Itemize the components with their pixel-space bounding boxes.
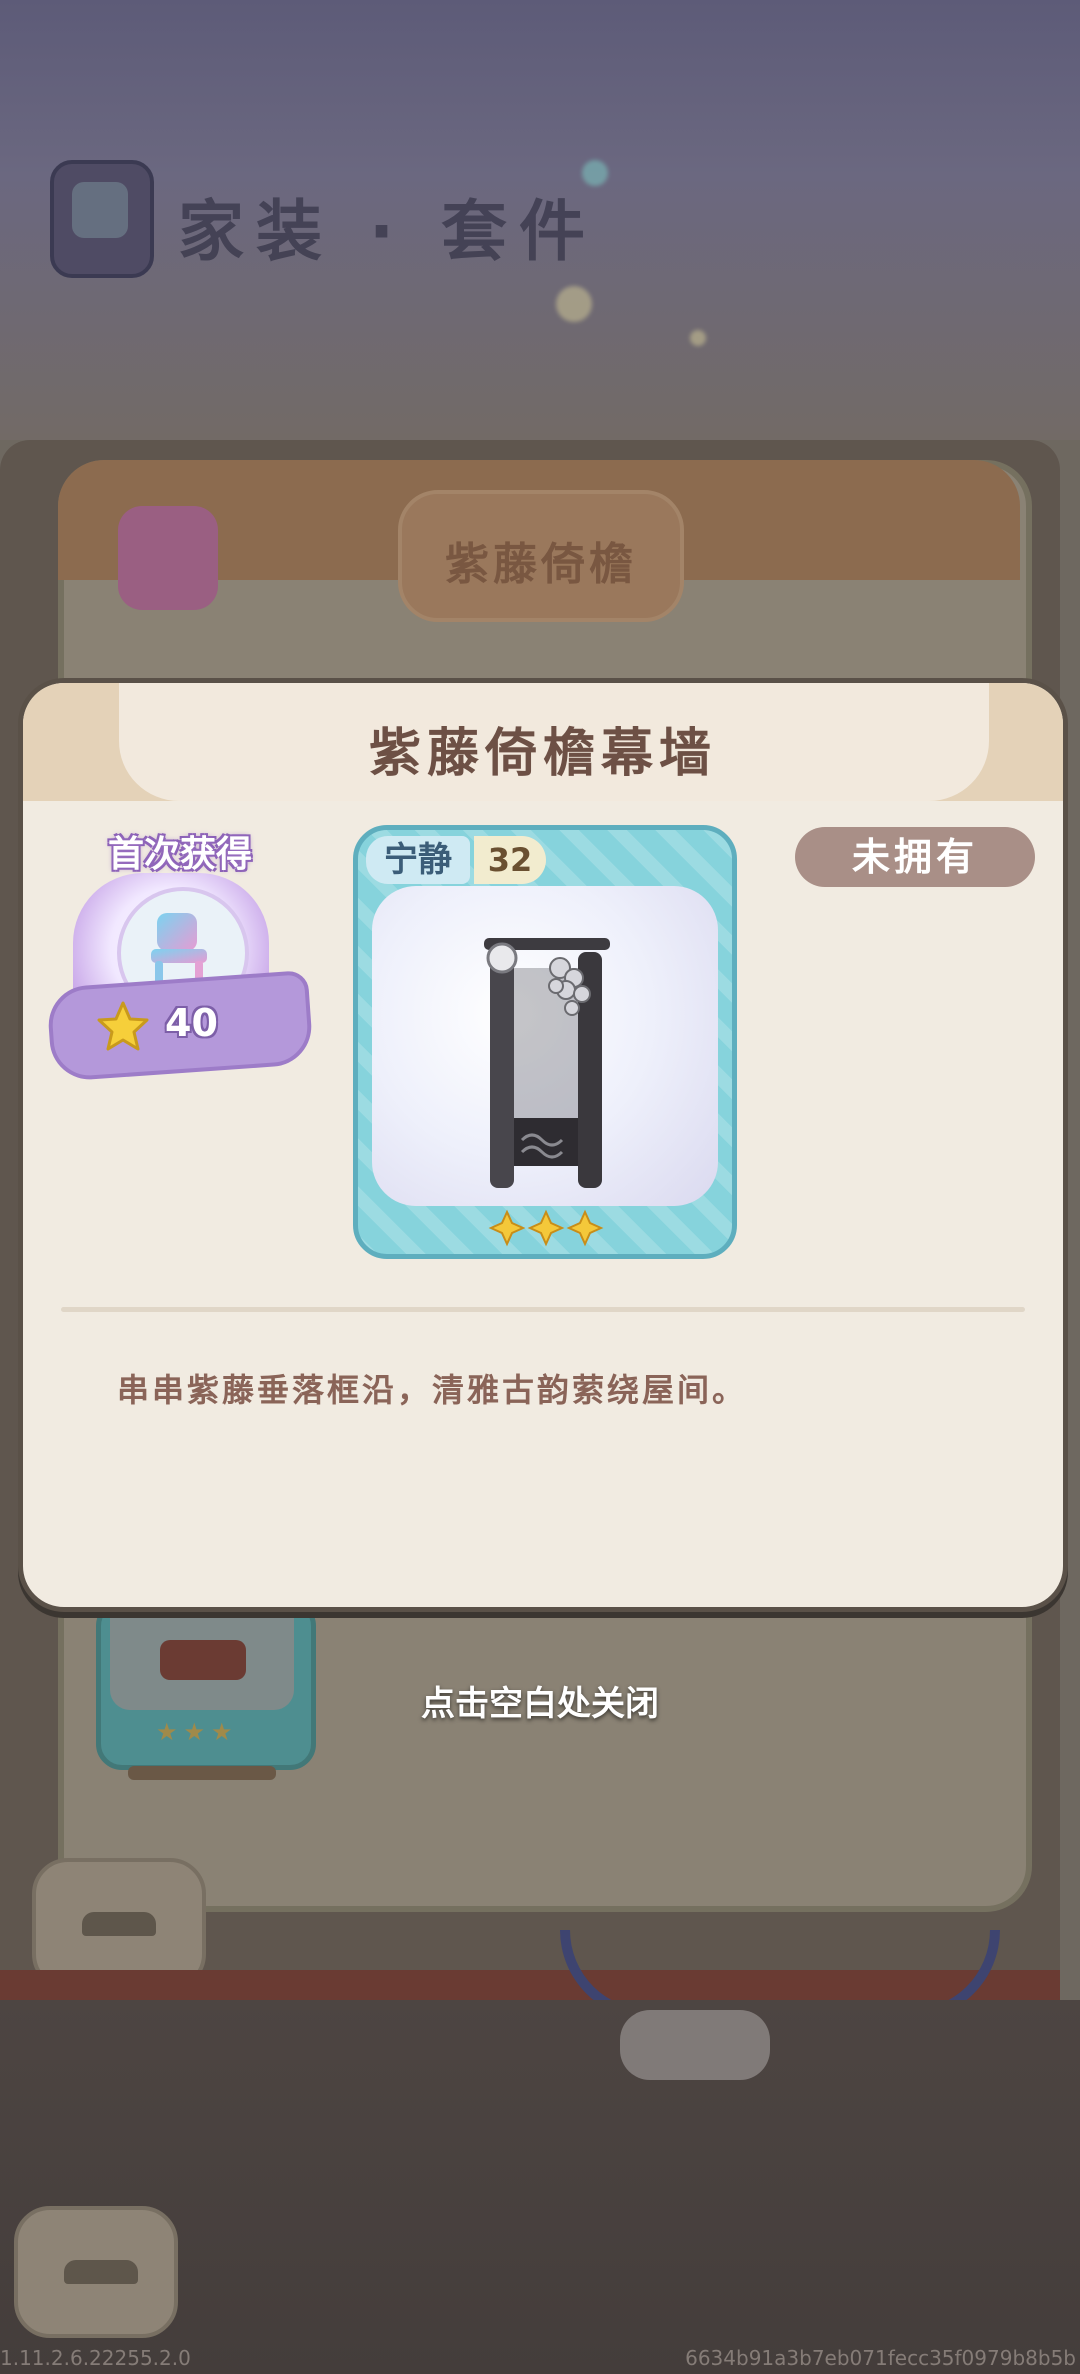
modal-title: 紫藤倚檐幕墙	[368, 724, 717, 784]
sofa-icon	[160, 1640, 246, 1680]
gift-icon[interactable]	[118, 506, 218, 610]
close-hint-text: 点击空白处关闭	[421, 1684, 659, 1724]
suite-header-icon	[50, 160, 154, 278]
item-detail-modal: 紫藤倚檐幕墙 40 首次获得 宁静 32 未拥有 串串紫藤垂落框沿，清雅古韵萦绕…	[18, 678, 1068, 1612]
catalog-suite-tab-label: 紫藤倚檐	[445, 539, 637, 590]
suite-header-title: 家装 · 套件	[178, 193, 598, 270]
bone-icon	[620, 2010, 770, 2080]
catalog-item-label	[128, 1766, 276, 1780]
wisteria-curtain-wall-icon	[484, 938, 610, 1188]
reward-value: 40	[165, 1001, 218, 1045]
item-description: 串串紫藤垂落框沿，清雅古韵萦绕屋间。	[117, 1371, 748, 1409]
ownership-status-badge: 未拥有	[795, 827, 1035, 887]
attribute-name-tag: 宁静	[366, 836, 470, 884]
sparkle-decoration	[690, 330, 706, 346]
modal-divider	[61, 1307, 1025, 1312]
item-card: 宁静 32	[353, 825, 737, 1259]
star-icon	[97, 1001, 149, 1051]
version-text: 1.11.2.6.22255.2.0	[0, 2346, 191, 2370]
sparkle-decoration	[556, 286, 592, 322]
rarity-stars	[488, 1209, 604, 1247]
first-get-label: 首次获得	[107, 834, 252, 875]
catalog-suite-tab[interactable]: 紫藤倚檐	[398, 490, 684, 622]
build-hash-text: 6634b91a3b7eb071fecc35f0979b8b5b	[685, 2346, 1076, 2370]
bottom-left-button[interactable]	[14, 2206, 178, 2338]
attribute-value-tag: 32	[474, 836, 546, 884]
